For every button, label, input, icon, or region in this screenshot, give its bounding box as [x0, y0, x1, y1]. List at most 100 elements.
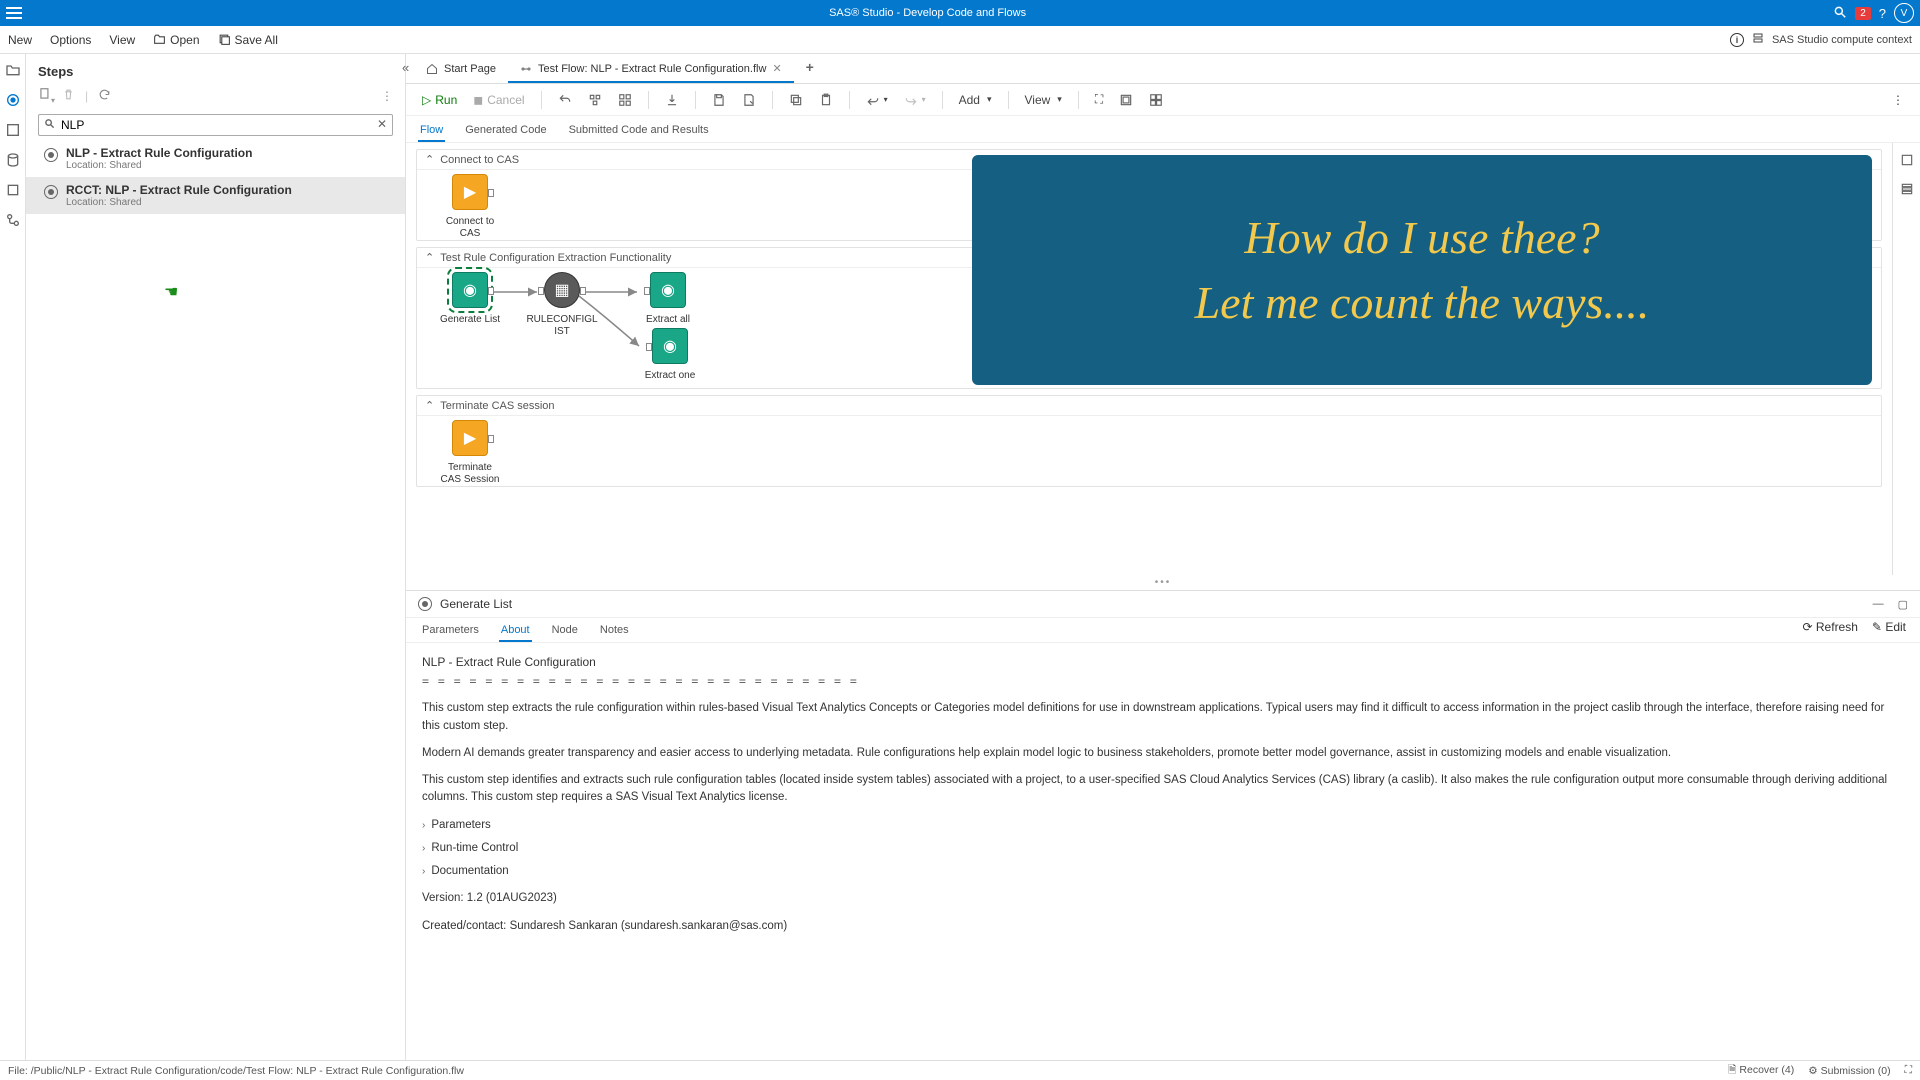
collapse-section-icon[interactable]: ⌃ — [425, 399, 434, 412]
status-submission[interactable]: ⚙ Submission (0) — [1808, 1065, 1890, 1077]
arrange-icon[interactable] — [612, 90, 638, 110]
rail-clinical-icon[interactable] — [5, 212, 21, 228]
expander-label: Run-time Control — [431, 840, 518, 857]
callout-overlay: How do I use thee? Let me count the ways… — [972, 155, 1872, 385]
run-button[interactable]: ▷ Run — [416, 90, 463, 110]
tab-label: Test Flow: NLP - Extract Rule Configurat… — [538, 63, 766, 75]
view-dropdown[interactable]: View — [1019, 90, 1068, 110]
subtab-submitted[interactable]: Submitted Code and Results — [567, 120, 711, 142]
node-terminate-cas[interactable]: ▶ Terminate CAS Session — [425, 420, 515, 486]
node-generate-list[interactable]: ◉ Generate List — [425, 272, 515, 326]
clear-search-icon[interactable]: ✕ — [377, 117, 387, 131]
download-icon[interactable] — [659, 90, 685, 110]
undo-flow-icon[interactable] — [552, 90, 578, 110]
delete-step-icon[interactable] — [62, 88, 75, 104]
redo-icon[interactable]: ▾ — [898, 90, 932, 110]
refresh-button[interactable]: ⟳ Refresh — [1803, 620, 1858, 638]
rail-folder-icon[interactable] — [5, 62, 21, 78]
dtab-notes[interactable]: Notes — [598, 620, 631, 642]
rail-git-icon[interactable] — [5, 182, 21, 198]
node-connect-cas[interactable]: ▶ Connect to CAS — [425, 174, 515, 240]
status-recover[interactable]: 🗎 Recover (4) — [1728, 1062, 1794, 1080]
collapse-section-icon[interactable]: ⌃ — [425, 153, 434, 166]
flow-canvas[interactable]: ⌃Connect to CAS ▶ Connect to CAS ⌃Test R… — [406, 143, 1892, 575]
subtab-generated-code[interactable]: Generated Code — [463, 120, 548, 142]
details-minimize-icon[interactable]: — — [1873, 598, 1884, 610]
step-item-rcct-nlp[interactable]: RCCT: NLP - Extract Rule Configuration L… — [26, 177, 405, 214]
steps-panel: Steps ▾ | ⋮ ✕ NLP - Extract Rule Configu… — [26, 54, 406, 1060]
status-expand-icon[interactable]: ⛶ — [1905, 1064, 1912, 1077]
flow-subtabs: Flow Generated Code Submitted Code and R… — [406, 116, 1920, 143]
rail-snippets-icon[interactable] — [5, 122, 21, 138]
subtab-flow[interactable]: Flow — [418, 120, 445, 142]
search-icon[interactable] — [1833, 5, 1847, 22]
collapse-left-icon[interactable]: « — [402, 60, 409, 75]
layout-icon[interactable] — [582, 90, 608, 110]
step-item-nlp-extract[interactable]: NLP - Extract Rule Configuration Locatio… — [26, 140, 405, 177]
help-icon[interactable]: ? — [1879, 6, 1886, 21]
hamburger-icon[interactable] — [6, 7, 22, 19]
cancel-button[interactable]: ◼ Cancel — [467, 90, 530, 110]
rail-props-icon[interactable] — [1900, 153, 1914, 170]
node-ruleconfiglist[interactable]: ▦ RULECONFIGL IST — [517, 272, 607, 338]
dtab-node[interactable]: Node — [550, 620, 580, 642]
node-label: Connect to CAS — [425, 216, 515, 240]
menu-open[interactable]: Open — [153, 33, 199, 47]
new-step-icon[interactable]: ▾ — [38, 87, 52, 104]
node-extract-one[interactable]: ◉ Extract one — [625, 328, 715, 382]
expander-documentation[interactable]: ›Documentation — [422, 863, 1904, 880]
steps-toolbar: ▾ | ⋮ — [26, 85, 405, 110]
add-dropdown[interactable]: Add — [953, 90, 998, 110]
node-label: Extract all — [623, 314, 713, 326]
menu-saveall-label: Save All — [235, 33, 278, 47]
expand-icon[interactable]: ⛶ — [1089, 89, 1109, 110]
run-label: Run — [435, 93, 457, 107]
saveas-icon[interactable] — [736, 90, 762, 110]
callout-line2: Let me count the ways.... — [1195, 276, 1650, 329]
expander-parameters[interactable]: ›Parameters — [422, 817, 1904, 834]
rail-libs-icon[interactable] — [5, 152, 21, 168]
rail-steps-icon[interactable] — [5, 92, 21, 108]
paste-icon[interactable] — [813, 90, 839, 110]
rail-outline-icon[interactable] — [1900, 182, 1914, 199]
notification-badge[interactable]: 2 — [1855, 7, 1871, 20]
details-maximize-icon[interactable]: ▢ — [1898, 598, 1908, 611]
menu-new[interactable]: New — [8, 33, 32, 47]
horizontal-splitter[interactable]: ••• — [406, 575, 1920, 590]
menu-open-label: Open — [170, 33, 199, 47]
collapse-section-icon[interactable]: ⌃ — [425, 251, 434, 264]
edit-button[interactable]: ✎ Edit — [1872, 620, 1906, 638]
save-icon[interactable] — [706, 90, 732, 110]
step-location: Location: Shared — [66, 160, 393, 171]
minimap-icon[interactable] — [1113, 90, 1139, 110]
grid-icon[interactable] — [1143, 90, 1169, 110]
menu-view[interactable]: View — [109, 33, 135, 47]
compute-context-label[interactable]: SAS Studio compute context — [1772, 34, 1912, 46]
steps-search-input[interactable] — [38, 114, 393, 136]
refresh-steps-icon[interactable] — [98, 88, 111, 104]
expander-label: Documentation — [431, 863, 508, 880]
node-extract-all[interactable]: ◉ Extract all — [623, 272, 713, 326]
steps-more-icon[interactable]: ⋮ — [381, 89, 393, 103]
search-icon — [44, 118, 55, 132]
menu-saveall[interactable]: Save All — [218, 33, 278, 47]
step-name: RCCT: NLP - Extract Rule Configuration — [66, 183, 393, 197]
avatar[interactable]: V — [1894, 3, 1914, 23]
close-tab-icon[interactable]: ✕ — [772, 62, 781, 75]
expander-label: Parameters — [431, 817, 490, 834]
undo-icon[interactable]: ▾ — [860, 90, 894, 110]
info-icon[interactable]: i — [1730, 33, 1744, 47]
dtab-parameters[interactable]: Parameters — [420, 620, 481, 642]
node-label: Extract one — [625, 370, 715, 382]
server-icon — [1752, 32, 1764, 47]
expander-runtime[interactable]: ›Run-time Control — [422, 840, 1904, 857]
tab-test-flow[interactable]: Test Flow: NLP - Extract Rule Configurat… — [508, 56, 794, 83]
dtab-about[interactable]: About — [499, 620, 532, 642]
copy-icon[interactable] — [783, 90, 809, 110]
about-paragraph: This custom step extracts the rule confi… — [422, 700, 1904, 735]
tab-start-page[interactable]: Start Page — [414, 57, 508, 83]
app-title: SAS® Studio - Develop Code and Flows — [22, 7, 1833, 19]
more-icon[interactable]: ⋮ — [1886, 90, 1910, 110]
menu-options[interactable]: Options — [50, 33, 91, 47]
tab-new[interactable]: + — [794, 53, 826, 83]
